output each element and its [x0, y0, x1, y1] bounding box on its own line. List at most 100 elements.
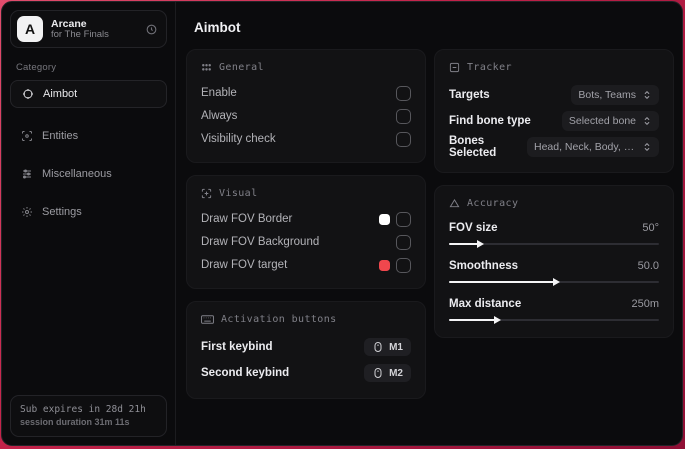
always-checkbox[interactable]: [396, 108, 411, 124]
find-bone-type-value: Selected bone: [568, 115, 636, 127]
fov-size-label: FOV size: [449, 222, 498, 234]
tracker-row: Targets Bots, Teams: [449, 82, 659, 108]
slider-thumb[interactable]: [553, 278, 560, 286]
tracker-card: Tracker Targets Bots, Teams Find bone ty…: [434, 49, 674, 173]
smoothness-slider[interactable]: [449, 278, 659, 286]
enable-label: Enable: [201, 87, 237, 99]
visibility-check-checkbox[interactable]: [396, 131, 411, 147]
general-card: General Enable Always Visibility check: [186, 49, 426, 163]
sidebar-item-settings[interactable]: Settings: [10, 198, 167, 226]
sidebar-item-label: Entities: [42, 130, 79, 142]
draw-fov-target-checkbox[interactable]: [396, 257, 411, 273]
mouse-icon: [374, 368, 382, 378]
tracker-row: Find bone type Selected bone: [449, 108, 659, 134]
general-row: Always: [201, 105, 411, 127]
slider-row: FOV size 50°: [449, 218, 659, 238]
app-logo: A: [17, 16, 43, 42]
chevrons-up-down-icon: [644, 116, 650, 126]
draw-fov-border-label: Draw FOV Border: [201, 213, 293, 225]
tracker-card-header: Tracker: [449, 62, 659, 73]
general-card-title: General: [219, 62, 264, 73]
visual-row: Draw FOV target: [201, 254, 411, 276]
brand-name: Arcane: [51, 17, 87, 30]
accuracy-card-header: Accuracy: [449, 198, 659, 209]
visual-card: Visual Draw FOV Border Draw FOV Backgrou…: [186, 175, 426, 289]
draw-fov-target-label: Draw FOV target: [201, 259, 288, 271]
find-bone-type-label: Find bone type: [449, 115, 531, 127]
left-column: General Enable Always Visibility check V…: [186, 49, 426, 411]
fov-border-color-swatch[interactable]: [379, 213, 390, 225]
keybind-row: Second keybind M2: [201, 360, 411, 386]
bones-selected-label: Bones Selected: [449, 135, 497, 159]
enable-checkbox[interactable]: [396, 85, 411, 101]
slider-thumb[interactable]: [494, 316, 502, 324]
max-distance-label: Max distance: [449, 298, 522, 310]
square-minus-icon: [449, 62, 460, 73]
subscription-info: Sub expires in 28d 21h session duration …: [10, 395, 167, 437]
sidebar-item-aimbot[interactable]: Aimbot: [10, 80, 167, 108]
draw-fov-border-checkbox[interactable]: [396, 211, 411, 227]
first-keybind-label: First keybind: [201, 341, 273, 353]
slider-row: Smoothness 50.0: [449, 256, 659, 276]
keybind-value: M1: [389, 341, 403, 353]
sidebar: A Arcane for The Finals Category Aimbot: [2, 2, 176, 445]
targets-value: Bots, Teams: [578, 89, 636, 101]
triangle-icon: [449, 198, 460, 208]
slider-row: Max distance 250m: [449, 294, 659, 314]
sidebar-item-miscellaneous[interactable]: Miscellaneous: [10, 160, 167, 188]
activation-card: Activation buttons First keybind M1 Seco…: [186, 301, 426, 399]
first-keybind-button[interactable]: M1: [364, 338, 411, 356]
slider-thumb[interactable]: [477, 240, 485, 248]
accuracy-card-title: Accuracy: [467, 198, 519, 209]
fov-size-value: 50°: [642, 222, 659, 234]
max-distance-value: 250m: [631, 298, 659, 310]
mouse-icon: [374, 342, 382, 352]
sidebar-item-label: Miscellaneous: [42, 168, 112, 180]
sidebar-item-entities[interactable]: Entities: [10, 122, 167, 150]
chevrons-up-down-icon: [644, 142, 650, 152]
second-keybind-button[interactable]: M2: [364, 364, 411, 382]
general-row: Enable: [201, 82, 411, 104]
sidebar-item-label: Settings: [42, 206, 82, 218]
targets-label: Targets: [449, 89, 490, 101]
grid-icon: [202, 63, 211, 71]
keyboard-icon: [201, 315, 214, 324]
page-title: Aimbot: [194, 20, 241, 35]
accuracy-card: Accuracy FOV size 50° Smoothness 50.0 Ma…: [434, 185, 674, 338]
visibility-check-label: Visibility check: [201, 133, 276, 145]
refresh-icon[interactable]: [145, 23, 158, 36]
visual-card-header: Visual: [201, 188, 411, 199]
scan-eye-icon: [20, 130, 33, 142]
sliders-icon: [20, 168, 33, 180]
fov-target-color-swatch[interactable]: [379, 259, 390, 271]
activation-card-header: Activation buttons: [201, 314, 411, 325]
general-card-header: General: [201, 62, 411, 73]
category-label: Category: [16, 62, 57, 73]
visual-row: Draw FOV Border: [201, 208, 411, 230]
brand-card: A Arcane for The Finals: [10, 10, 167, 48]
gear-icon: [20, 206, 33, 218]
activation-card-title: Activation buttons: [221, 314, 337, 325]
smoothness-label: Smoothness: [449, 260, 519, 272]
draw-fov-background-checkbox[interactable]: [396, 234, 411, 250]
bones-selected-value: Head, Neck, Body, Pe..: [534, 141, 636, 153]
main-content: Aimbot General Enable Always Visibility …: [176, 2, 682, 445]
session-duration-text: session duration 31m 11s: [20, 417, 130, 428]
app-window: A Arcane for The Finals Category Aimbot: [1, 1, 683, 446]
sidebar-item-label: Aimbot: [43, 88, 78, 100]
visual-card-title: Visual: [219, 188, 258, 199]
tracker-row: Bones Selected Head, Neck, Body, Pe..: [449, 134, 659, 160]
sub-expiry-text: Sub expires in 28d 21h: [20, 404, 146, 416]
keybind-value: M2: [389, 367, 403, 379]
targets-dropdown[interactable]: Bots, Teams: [571, 85, 659, 105]
smoothness-value: 50.0: [637, 260, 659, 272]
bones-selected-dropdown[interactable]: Head, Neck, Body, Pe..: [527, 137, 659, 157]
brand-text: Arcane for The Finals: [51, 18, 137, 41]
right-column: Tracker Targets Bots, Teams Find bone ty…: [434, 49, 674, 411]
max-distance-slider[interactable]: [449, 316, 659, 324]
find-bone-type-dropdown[interactable]: Selected bone: [561, 111, 659, 131]
visual-row: Draw FOV Background: [201, 231, 411, 253]
keybind-row: First keybind M1: [201, 334, 411, 360]
fov-size-slider[interactable]: [449, 240, 659, 248]
draw-fov-background-label: Draw FOV Background: [201, 236, 320, 248]
